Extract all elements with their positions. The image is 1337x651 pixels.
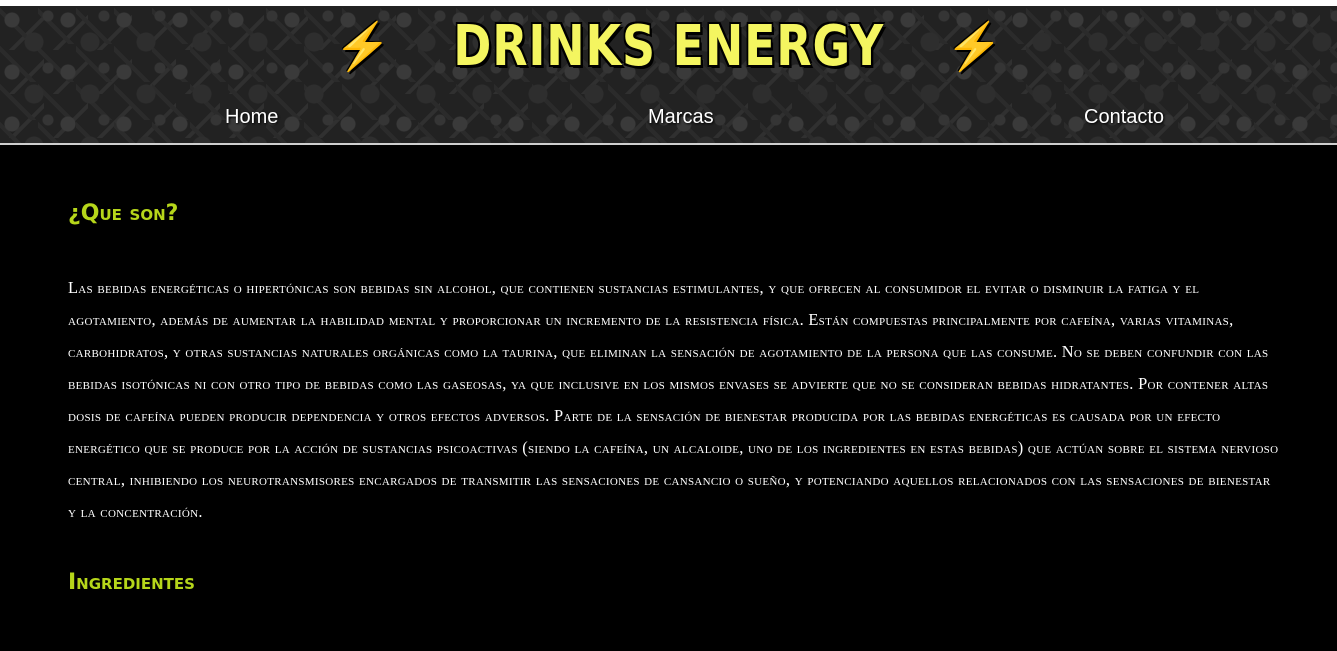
main-nav: Home Marcas Contacto [0,106,1337,140]
brand-logo: ⚡ DRINKS ENERGY ⚡ [0,14,1337,79]
section-que-son: ¿Que son? Las bebidas energéticas o hipe… [68,145,1279,528]
section-paragraph: Las bebidas energéticas o hipertónicas s… [68,278,1279,521]
site-header: ⚡ DRINKS ENERGY ⚡ Home Marcas Contacto [0,6,1337,145]
site-title: DRINKS ENERGY [453,14,884,79]
main-content: ¿Que son? Las bebidas energéticas o hipe… [0,145,1337,595]
section-heading: ¿Que son? [68,201,179,226]
nav-link-home[interactable]: Home [225,106,278,129]
section-heading: Ingredientes [68,570,195,595]
lightning-bolt-icon: ⚡ [334,20,392,72]
lightning-bolt-icon: ⚡ [945,20,1003,72]
nav-link-marcas[interactable]: Marcas [648,106,714,129]
section-ingredientes: Ingredientes [68,528,1279,595]
nav-link-contacto[interactable]: Contacto [1084,106,1164,129]
